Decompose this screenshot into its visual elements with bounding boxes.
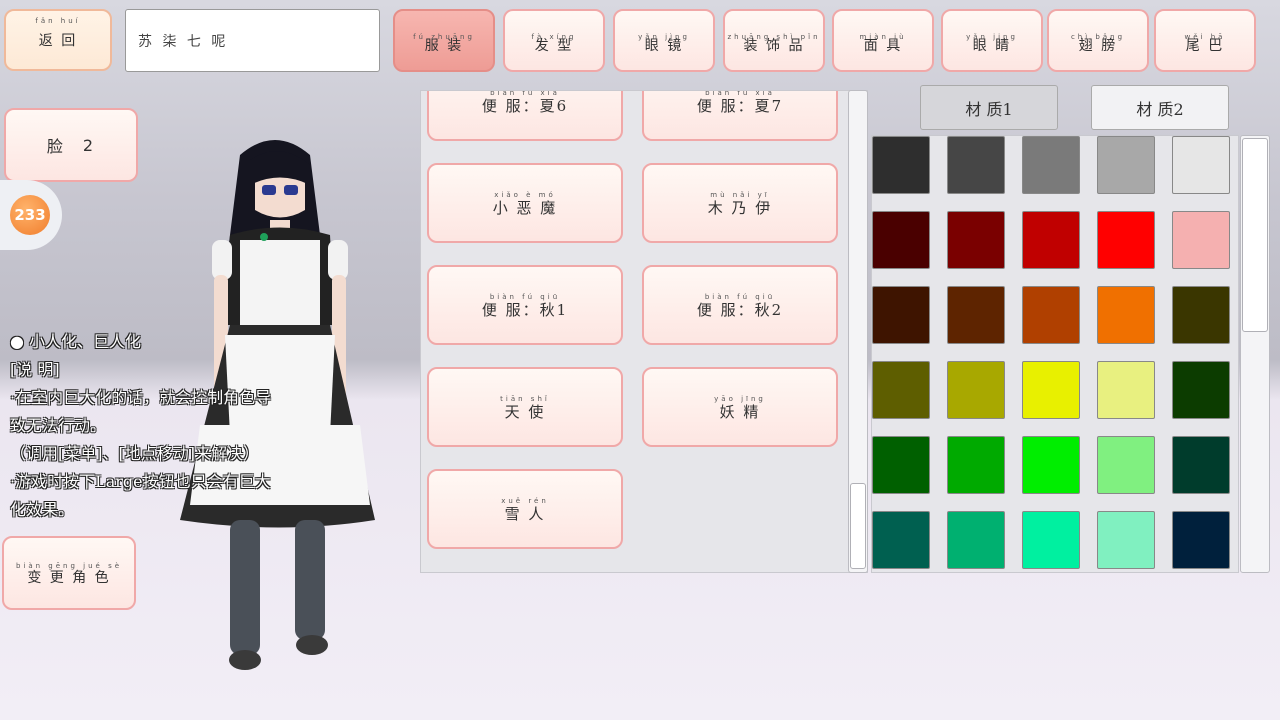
color-swatch[interactable]	[872, 511, 930, 569]
outfit-label: 妖 精	[719, 402, 761, 421]
tab-0[interactable]: fú zhuāng 服 装	[393, 9, 495, 72]
tab-pinyin: chì bǎng	[1070, 33, 1126, 41]
tab-1[interactable]: fà xíng 发 型	[503, 9, 605, 72]
app-badge[interactable]: 233	[0, 180, 62, 250]
color-swatch[interactable]	[1172, 136, 1230, 194]
color-swatch[interactable]	[872, 436, 930, 494]
outfit-pinyin: biàn fú qiū	[704, 293, 776, 301]
outfit-item[interactable]: yāo jīng 妖 精	[642, 367, 838, 447]
outfit-item[interactable]: biàn fú qiū 便 服：秋1	[427, 265, 623, 345]
outfit-item[interactable]: xiǎo è mó 小 恶 魔	[427, 163, 623, 243]
palette-scroll-thumb[interactable]	[1242, 138, 1268, 332]
tab-4[interactable]: miàn jù 面 具	[832, 9, 934, 72]
outfit-item[interactable]: biàn fú qiū 便 服：秋2	[642, 265, 838, 345]
outfit-item[interactable]: xuě rén 雪 人	[427, 469, 623, 549]
color-swatch[interactable]	[1172, 511, 1230, 569]
desc-line-6: ·游戏时按下Large按钮也只会有巨大	[10, 472, 271, 491]
desc-line-3: ·在室内巨大化的话，就会控制角色导	[10, 388, 272, 407]
outfit-scrollbar[interactable]	[848, 90, 868, 573]
color-swatch[interactable]	[1172, 436, 1230, 494]
tab-pinyin: zhuāng shì pǐn	[727, 33, 821, 41]
color-swatch[interactable]	[947, 211, 1005, 269]
outfit-pinyin: xiǎo è mó	[494, 191, 556, 199]
color-swatch[interactable]	[1022, 286, 1080, 344]
outfit-pinyin: tiān shǐ	[500, 395, 550, 403]
color-swatch[interactable]	[1022, 511, 1080, 569]
outfit-label: 小 恶 魔	[492, 198, 558, 217]
outfit-label: 雪 人	[504, 504, 546, 523]
color-swatch[interactable]	[1022, 436, 1080, 494]
color-swatch[interactable]	[947, 511, 1005, 569]
desc-line-1: ● 小人化、巨人化	[10, 332, 142, 351]
tab-pinyin: fà xíng	[531, 33, 577, 41]
color-swatch[interactable]	[1172, 286, 1230, 344]
color-swatch[interactable]	[1022, 361, 1080, 419]
outfit-pinyin: yāo jīng	[714, 395, 766, 403]
tab-6[interactable]: chì bǎng 翅 膀	[1047, 9, 1149, 72]
back-button[interactable]: fǎn huí 返 回	[4, 9, 112, 71]
outfit-label: 便 服：秋2	[696, 300, 784, 319]
color-swatch[interactable]	[1022, 211, 1080, 269]
desc-line-4: 致无法行动。	[10, 416, 107, 435]
badge-icon: 233	[10, 195, 50, 235]
outfit-item[interactable]: tiān shǐ 天 使	[427, 367, 623, 447]
tab-pinyin: fú zhuāng	[413, 33, 475, 41]
outfit-pinyin: xuě rén	[501, 497, 549, 505]
color-swatch[interactable]	[1172, 361, 1230, 419]
tab-3[interactable]: zhuāng shì pǐn 装 饰 品	[723, 9, 825, 72]
outfit-pinyin: biàn fú xià	[490, 90, 560, 97]
color-swatch[interactable]	[872, 361, 930, 419]
color-swatch[interactable]	[872, 286, 930, 344]
character-name-field[interactable]: 苏 柒 七 呢	[125, 9, 380, 72]
outfit-label: 便 服：秋1	[481, 300, 569, 319]
outfit-item[interactable]: biàn fú xià 便 服：夏6	[427, 90, 623, 141]
color-swatch[interactable]	[1097, 286, 1155, 344]
color-swatch[interactable]	[1097, 361, 1155, 419]
face-select-button[interactable]: 脸 2	[4, 108, 138, 182]
color-swatch[interactable]	[947, 286, 1005, 344]
change-character-button[interactable]: biàn gēng jué sè 变 更 角 色	[2, 536, 136, 610]
tab-pinyin: yǎn jing	[966, 33, 1018, 41]
color-swatch[interactable]	[1097, 136, 1155, 194]
color-swatch[interactable]	[1022, 136, 1080, 194]
desc-line-5: （调用[菜单]、[地点移动]来解决）	[10, 444, 259, 463]
palette-scrollbar[interactable]	[1240, 135, 1270, 573]
outfit-label: 便 服：夏6	[481, 96, 569, 115]
color-swatch[interactable]	[1172, 211, 1230, 269]
material-1-tab[interactable]: 材 质1	[920, 85, 1058, 130]
color-swatch[interactable]	[1097, 211, 1155, 269]
tab-7[interactable]: wěi bā 尾 巴	[1154, 9, 1256, 72]
tab-pinyin: wěi bā	[1184, 33, 1226, 41]
tab-5[interactable]: yǎn jing 眼 睛	[941, 9, 1043, 72]
outfit-pinyin: biàn fú xià	[705, 90, 775, 97]
color-swatch[interactable]	[1097, 436, 1155, 494]
tab-2[interactable]: yǎn jìng 眼 镜	[613, 9, 715, 72]
color-swatch[interactable]	[872, 211, 930, 269]
color-swatch[interactable]	[947, 361, 1005, 419]
outfit-pinyin: mù nǎi yī	[710, 191, 770, 199]
outfit-list[interactable]: biàn fú xià 便 服：夏6 biàn fú xià 便 服：夏7 xiǎo è…	[420, 90, 868, 573]
color-swatch[interactable]	[1097, 511, 1155, 569]
outfit-label: 木 乃 伊	[707, 198, 773, 217]
outfit-label: 天 使	[504, 402, 546, 421]
color-swatch[interactable]	[947, 136, 1005, 194]
outfit-pinyin: biàn fú qiū	[489, 293, 561, 301]
outfit-item[interactable]: mù nǎi yī 木 乃 伊	[642, 163, 838, 243]
outfit-label: 便 服：夏7	[696, 96, 784, 115]
color-palette[interactable]	[871, 135, 1239, 573]
color-swatch[interactable]	[872, 136, 930, 194]
material-2-tab[interactable]: 材 质2	[1091, 85, 1229, 130]
outfit-scroll-thumb[interactable]	[850, 483, 866, 569]
outfit-item[interactable]: biàn fú xià 便 服：夏7	[642, 90, 838, 141]
desc-line-2: [说 明]	[10, 360, 60, 379]
tab-pinyin: miàn jù	[859, 33, 907, 41]
desc-line-7: 化效果。	[10, 500, 75, 519]
tab-pinyin: yǎn jìng	[638, 33, 690, 41]
color-swatch[interactable]	[947, 436, 1005, 494]
size-description: ● 小人化、巨人化 [说 明] ·在室内巨大化的话，就会控制角色导 致无法行动。…	[10, 328, 400, 524]
